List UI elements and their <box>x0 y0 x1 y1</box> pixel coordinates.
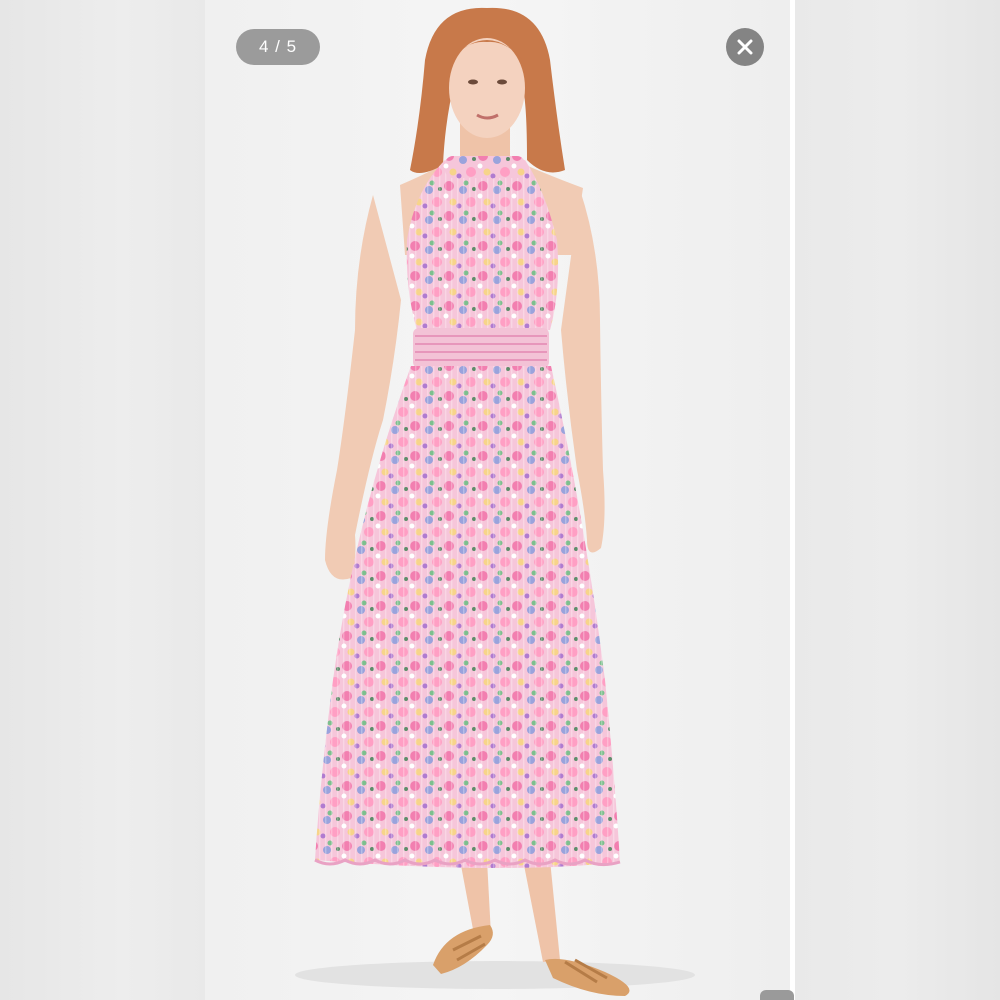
image-divider <box>790 0 795 1000</box>
scroll-indicator <box>760 990 794 1000</box>
image-counter: 4 / 5 <box>236 29 320 65</box>
previous-image-edge[interactable] <box>0 0 205 1000</box>
next-image-edge[interactable] <box>795 0 1000 1000</box>
close-icon <box>737 39 753 55</box>
close-button[interactable] <box>726 28 764 66</box>
image-viewer: 4 / 5 <box>0 0 1000 1000</box>
dress-model-illustration <box>205 0 790 1000</box>
product-photo <box>205 0 790 1000</box>
